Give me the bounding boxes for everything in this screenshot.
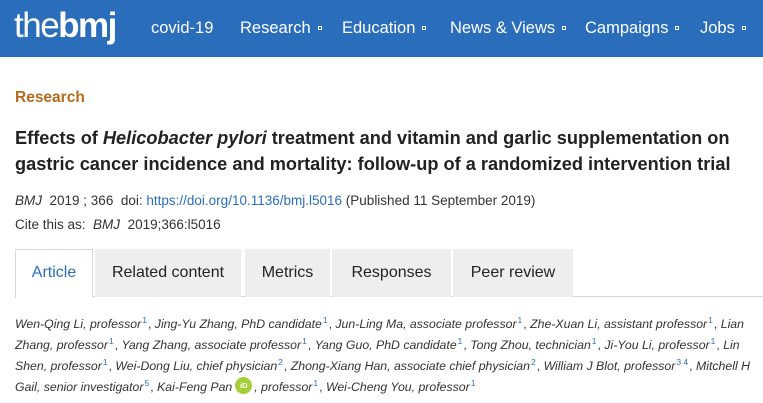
logo-prefix: the <box>14 6 60 45</box>
author-name[interactable]: Wei-Cheng You, professor <box>326 380 470 394</box>
submenu-marker-icon <box>562 25 567 30</box>
nav-item-label: Education <box>342 19 416 37</box>
orcid-icon[interactable]: iD <box>235 377 253 395</box>
cite-this-as: Cite this as: BMJ 2019;366:l5016 <box>15 216 221 233</box>
section-label[interactable]: Research <box>15 89 85 107</box>
affiliation-marker[interactable]: 1 <box>592 336 597 346</box>
title-part1: Effects of <box>15 128 103 148</box>
affiliation-marker[interactable]: 2 <box>278 357 283 367</box>
cite-label: Cite this as: <box>15 217 86 232</box>
tab-2[interactable]: Metrics <box>245 249 330 297</box>
affiliation-marker[interactable]: 1 <box>103 357 108 367</box>
author-name[interactable]: Yang Zhang, associate professor <box>122 338 302 352</box>
tab-4[interactable]: Peer review <box>453 249 573 297</box>
submenu-marker-icon <box>317 25 322 30</box>
published-date: (Published 11 September 2019) <box>345 193 536 208</box>
author-name[interactable]: Jing-Yu Zhang, PhD candidate <box>155 317 322 331</box>
doi-label: doi: <box>120 193 143 208</box>
logo-brand: bmj <box>58 6 117 45</box>
affiliation-marker[interactable]: 2 <box>531 357 536 367</box>
author-name[interactable]: Wen-Qing Li, professor <box>15 317 141 331</box>
author-name[interactable]: Wei-Dong Liu, chief physician <box>115 359 277 373</box>
submenu-marker-icon <box>675 25 680 30</box>
affiliation-marker[interactable]: 1 <box>708 315 713 325</box>
nav-item-label: Research <box>240 19 311 37</box>
cite-journal: BMJ <box>93 217 121 232</box>
doi-link[interactable]: https://doi.org/10.1136/bmj.l5016 <box>146 193 342 208</box>
affiliation-marker[interactable]: 1 <box>313 378 318 388</box>
author-name[interactable]: Yang Guo, PhD candidate <box>315 338 457 352</box>
cite-reference: 2019;366:l5016 <box>127 217 221 232</box>
affiliation-marker[interactable]: 1 <box>323 315 328 325</box>
tab-1[interactable]: Related content <box>95 249 241 297</box>
affiliation-marker[interactable]: 1 <box>302 336 307 346</box>
submenu-marker-icon <box>741 25 746 30</box>
tab-3[interactable]: Responses <box>332 249 451 297</box>
author-role: , professor <box>254 380 313 394</box>
top-navigation-bar: thebmj covid-19 Research Education News & V… <box>0 0 763 57</box>
author-name[interactable]: William J Blot, professor <box>544 359 676 373</box>
submenu-marker-icon <box>422 25 427 30</box>
author-name[interactable]: Tong Zhou, technician <box>470 338 591 352</box>
affiliation-marker[interactable]: 1 <box>518 315 523 325</box>
citation-meta: BMJ 2019 ; 366 doi: https://doi.org/10.1… <box>15 192 535 209</box>
author-name[interactable]: Zhe-Xuan Li, assistant professor <box>530 317 707 331</box>
nav-item-label: Campaigns <box>585 19 669 37</box>
nav-item-4[interactable]: Campaigns <box>585 18 680 38</box>
year-volume: 2019 ; 366 <box>49 193 114 208</box>
affiliation-marker[interactable]: 3 4 <box>676 357 688 367</box>
author-name[interactable]: Ji-You Li, professor <box>604 338 709 352</box>
author-name[interactable]: Kai-Feng Pan <box>157 380 232 394</box>
author-name[interactable]: Zhong-Xiang Han, associate chief physici… <box>291 359 530 373</box>
author-name[interactable]: Jun-Ling Ma, associate professor <box>335 317 516 331</box>
bmj-logo[interactable]: thebmj <box>14 6 117 46</box>
affiliation-marker[interactable]: 5 <box>145 378 150 388</box>
article-title: Effects of Helicobacter pylori treatment… <box>15 125 755 177</box>
nav-item-1[interactable]: Research <box>240 18 322 38</box>
nav-item-3[interactable]: News & Views <box>450 18 567 38</box>
author-list: Wen-Qing Li, professor1, Jing-Yu Zhang, … <box>15 314 750 395</box>
affiliation-marker[interactable]: 1 <box>142 315 147 325</box>
journal-name: BMJ <box>15 193 42 208</box>
affiliation-marker[interactable]: 1 <box>109 336 114 346</box>
title-italic: Helicobacter pylori <box>102 128 267 148</box>
nav-item-5[interactable]: Jobs <box>700 18 746 38</box>
affiliation-marker[interactable]: 1 <box>471 378 476 388</box>
nav-item-2[interactable]: Education <box>342 18 427 38</box>
tab-0[interactable]: Article <box>15 249 93 298</box>
nav-item-0[interactable]: covid-19 <box>151 18 213 38</box>
nav-item-label: News & Views <box>450 19 556 37</box>
nav-item-label: covid-19 <box>151 19 214 37</box>
affiliation-marker[interactable]: 1 <box>711 336 716 346</box>
article-tabs: Article Related content Metrics Responses Pe… <box>15 249 763 298</box>
affiliation-marker[interactable]: 1 <box>458 336 463 346</box>
nav-item-label: Jobs <box>700 19 735 37</box>
